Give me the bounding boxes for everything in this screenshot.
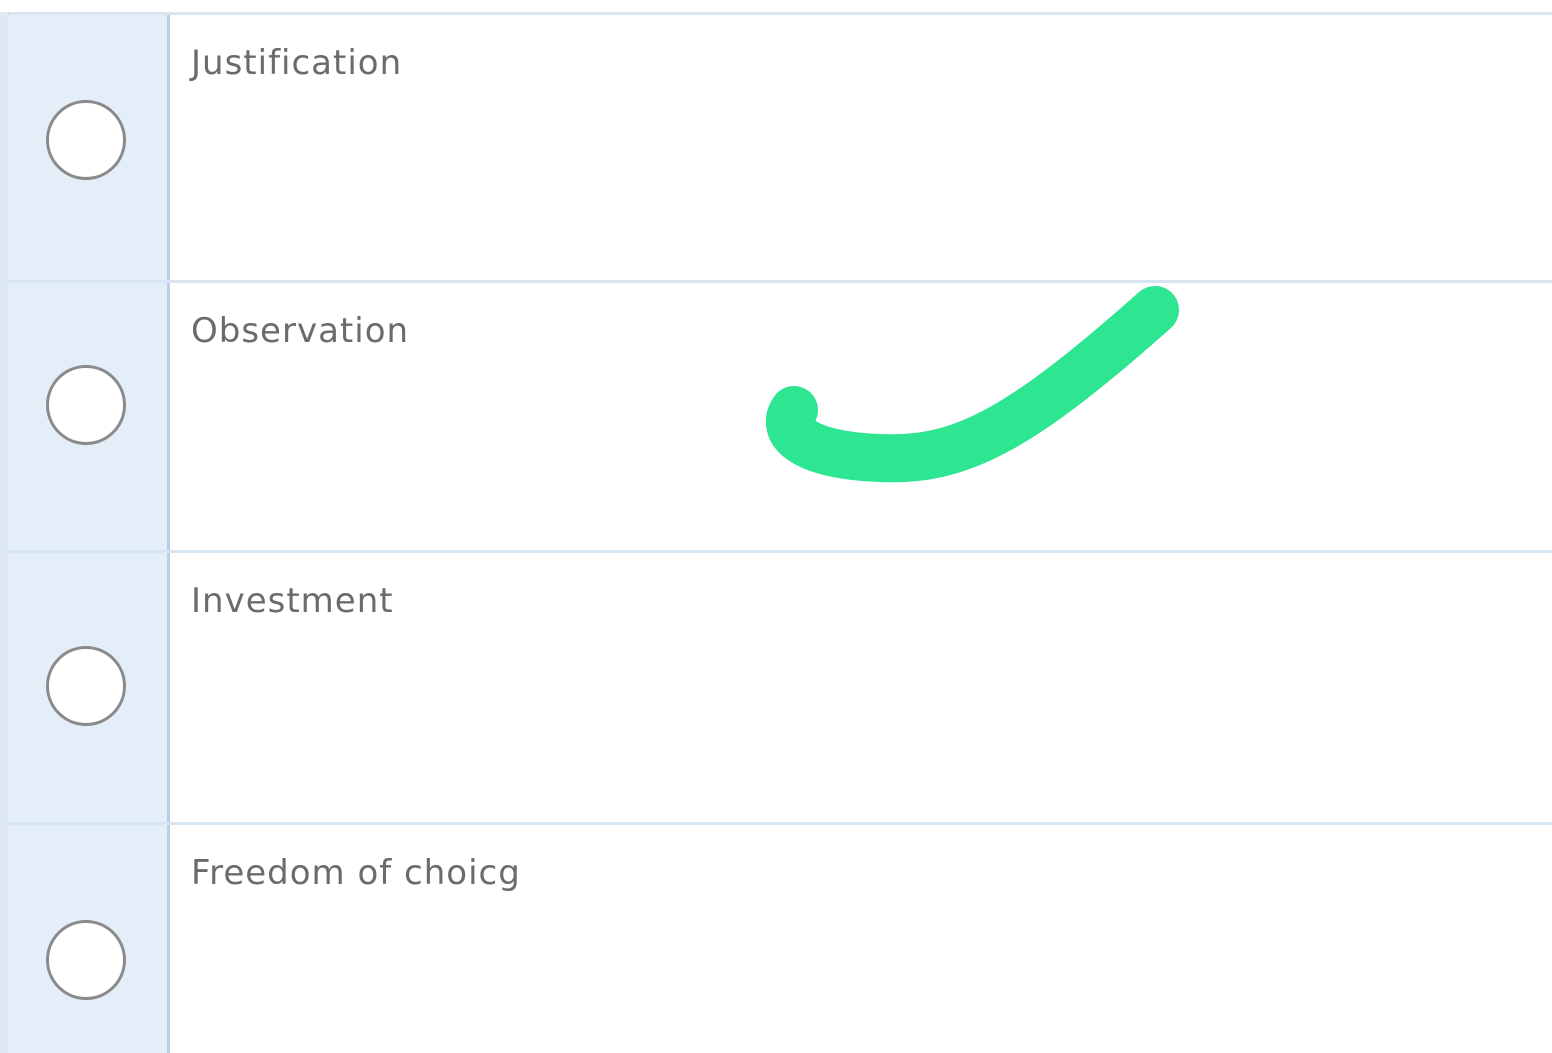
radio-button[interactable] [46, 920, 126, 1000]
option-label: Justification [191, 43, 403, 83]
radio-cell [8, 553, 170, 822]
option-label: Freedom of choicg [191, 853, 521, 893]
radio-button[interactable] [46, 646, 126, 726]
quiz-question: Justification Observation Investment Fre… [0, 0, 1552, 1053]
answer-options: Justification Observation Investment Fre… [8, 15, 1552, 1053]
radio-cell [8, 15, 170, 280]
option-label: Investment [191, 581, 394, 621]
radio-button[interactable] [46, 365, 126, 445]
answer-option-observation[interactable]: Observation [8, 283, 1552, 553]
answer-option-justification[interactable]: Justification [8, 15, 1552, 283]
radio-cell [8, 825, 170, 1053]
answer-option-investment[interactable]: Investment [8, 553, 1552, 825]
radio-cell [8, 283, 170, 550]
option-label: Observation [191, 311, 410, 351]
answer-option-freedom-of-choice[interactable]: Freedom of choicg [8, 825, 1552, 1053]
radio-button[interactable] [46, 100, 126, 180]
